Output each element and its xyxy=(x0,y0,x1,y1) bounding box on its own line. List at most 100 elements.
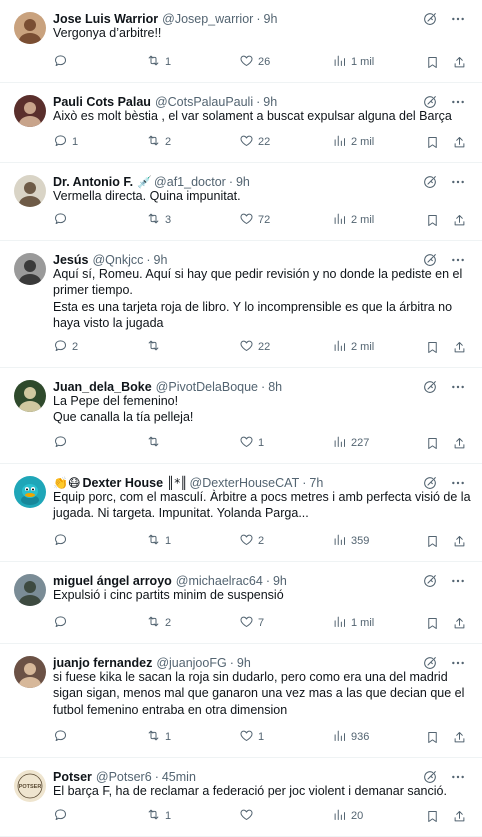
avatar-potser[interactable]: POTSER xyxy=(14,770,46,802)
retweet-button[interactable]: 1 xyxy=(146,532,171,550)
views-button[interactable]: 359 xyxy=(332,532,369,550)
avatar[interactable] xyxy=(14,253,46,285)
views-button[interactable]: 20 xyxy=(332,807,363,825)
tweet[interactable]: juanjo fernandez @juanjooFG · 9h si fuese ki… xyxy=(0,644,482,758)
bookmark-icon[interactable] xyxy=(425,807,444,825)
share-icon[interactable] xyxy=(452,133,471,151)
avatar[interactable] xyxy=(14,574,46,606)
reply-button[interactable]: 1 xyxy=(53,133,78,151)
author-handle[interactable]: @Josep_warrior xyxy=(162,12,253,26)
tweet[interactable]: 👏😷 Dexter House ║*║ @DexterHouseCAT · 7h Equip… xyxy=(0,464,482,562)
bookmark-icon[interactable] xyxy=(425,728,444,746)
reply-button[interactable]: 2 xyxy=(53,338,78,356)
author-handle[interactable]: @Potser6 xyxy=(96,770,152,784)
reply-button[interactable] xyxy=(53,614,72,632)
timestamp[interactable]: 7h xyxy=(309,476,323,490)
timestamp[interactable]: 9h xyxy=(264,12,278,26)
views-button[interactable]: 227 xyxy=(332,434,369,452)
timestamp[interactable]: 9h xyxy=(237,656,251,670)
share-icon[interactable] xyxy=(452,807,471,825)
like-button[interactable]: 26 xyxy=(239,53,270,71)
like-button[interactable]: 72 xyxy=(239,211,270,229)
author-name[interactable]: Jesús xyxy=(53,253,88,267)
bookmark-icon[interactable] xyxy=(425,532,444,550)
author-handle[interactable]: @Qnkjcc xyxy=(92,253,143,267)
author-name[interactable]: Dr. Antonio F. xyxy=(53,175,133,189)
timestamp[interactable]: 9h xyxy=(273,574,287,588)
reply-button[interactable] xyxy=(53,728,72,746)
author-handle[interactable]: @CotsPalauPauli xyxy=(155,95,253,109)
author-name[interactable]: Juan_dela_Boke xyxy=(53,380,152,394)
author-name[interactable]: Potser xyxy=(53,770,92,784)
author-handle[interactable]: @af1_doctor xyxy=(154,175,226,189)
author-handle[interactable]: @PivotDelaBoque xyxy=(156,380,258,394)
share-icon[interactable] xyxy=(452,338,471,356)
bookmark-icon[interactable] xyxy=(425,614,444,632)
timestamp[interactable]: 9h xyxy=(236,175,250,189)
timestamp[interactable]: 9h xyxy=(263,95,277,109)
avatar[interactable] xyxy=(14,175,46,207)
like-button[interactable]: 22 xyxy=(239,133,270,151)
like-button[interactable]: 2 xyxy=(239,532,264,550)
bookmark-icon[interactable] xyxy=(425,53,444,71)
like-button[interactable]: 22 xyxy=(239,338,270,356)
retweet-button[interactable]: 1 xyxy=(146,807,171,825)
bookmark-icon[interactable] xyxy=(425,338,444,356)
views-button[interactable]: 1 mil xyxy=(332,53,374,71)
bookmark-icon[interactable] xyxy=(425,133,444,151)
retweet-button[interactable]: 2 xyxy=(146,133,171,151)
author-handle[interactable]: @DexterHouseCAT xyxy=(190,476,300,490)
retweet-button[interactable]: 3 xyxy=(146,211,171,229)
author-name[interactable]: Jose Luis Warrior xyxy=(53,12,158,26)
share-icon[interactable] xyxy=(452,434,471,452)
reply-button[interactable] xyxy=(53,434,72,452)
tweet[interactable]: Jesús @Qnkjcc · 9h Aquí sí, Romeu. Aquí si h… xyxy=(0,241,482,368)
tweet[interactable]: miguel ángel arroyo @michaelrac64 · 9h Expul… xyxy=(0,562,482,644)
tweet[interactable]: POTSER Potser @Potser6 · 45min El barça F, ha… xyxy=(0,758,482,837)
views-button[interactable]: 2 mil xyxy=(332,211,374,229)
bookmark-icon[interactable] xyxy=(425,434,444,452)
reply-button[interactable] xyxy=(53,532,72,550)
avatar[interactable] xyxy=(14,380,46,412)
timestamp[interactable]: 9h xyxy=(154,253,168,267)
share-icon[interactable] xyxy=(452,211,471,229)
like-button[interactable]: 1 xyxy=(239,434,264,452)
tweet[interactable]: Juan_dela_Boke @PivotDelaBoque · 8h La Pepe … xyxy=(0,368,482,464)
reply-button[interactable] xyxy=(53,211,72,229)
avatar[interactable] xyxy=(14,12,46,44)
heart-icon xyxy=(239,807,258,825)
author-name[interactable]: Dexter House xyxy=(82,476,163,490)
reply-button[interactable] xyxy=(53,807,72,825)
like-button[interactable]: 7 xyxy=(239,614,264,632)
author-name[interactable]: Pauli Cots Palau xyxy=(53,95,151,109)
avatar[interactable] xyxy=(14,95,46,127)
like-button[interactable] xyxy=(239,807,258,825)
views-button[interactable]: 2 mil xyxy=(332,133,374,151)
author-handle[interactable]: @juanjooFG xyxy=(156,656,226,670)
views-button[interactable]: 936 xyxy=(332,728,369,746)
retweet-button[interactable] xyxy=(146,338,165,356)
bookmark-icon[interactable] xyxy=(425,211,444,229)
retweet-button[interactable] xyxy=(146,434,165,452)
author-name[interactable]: juanjo fernandez xyxy=(53,656,152,670)
share-icon[interactable] xyxy=(452,53,471,71)
like-button[interactable]: 1 xyxy=(239,728,264,746)
author-name[interactable]: miguel ángel arroyo xyxy=(53,574,172,588)
retweet-button[interactable]: 1 xyxy=(146,728,171,746)
tweet[interactable]: Pauli Cots Palau @CotsPalauPauli · 9h Això e… xyxy=(0,83,482,163)
avatar[interactable] xyxy=(14,656,46,688)
tweet[interactable]: Dr. Antonio F. 💉 @af1_doctor · 9h Vermella di… xyxy=(0,163,482,241)
tweet[interactable]: Jose Luis Warrior @Josep_warrior · 9h Vergon… xyxy=(0,0,482,83)
retweet-button[interactable]: 1 xyxy=(146,53,171,71)
author-handle[interactable]: @michaelrac64 xyxy=(176,574,263,588)
reply-button[interactable] xyxy=(53,53,72,71)
views-button[interactable]: 1 mil xyxy=(332,614,374,632)
share-icon[interactable] xyxy=(452,532,471,550)
retweet-button[interactable]: 2 xyxy=(146,614,171,632)
timestamp[interactable]: 8h xyxy=(268,380,282,394)
views-button[interactable]: 2 mil xyxy=(332,338,374,356)
share-icon[interactable] xyxy=(452,728,471,746)
avatar-perry[interactable] xyxy=(14,476,46,508)
timestamp[interactable]: 45min xyxy=(162,770,196,784)
share-icon[interactable] xyxy=(452,614,471,632)
